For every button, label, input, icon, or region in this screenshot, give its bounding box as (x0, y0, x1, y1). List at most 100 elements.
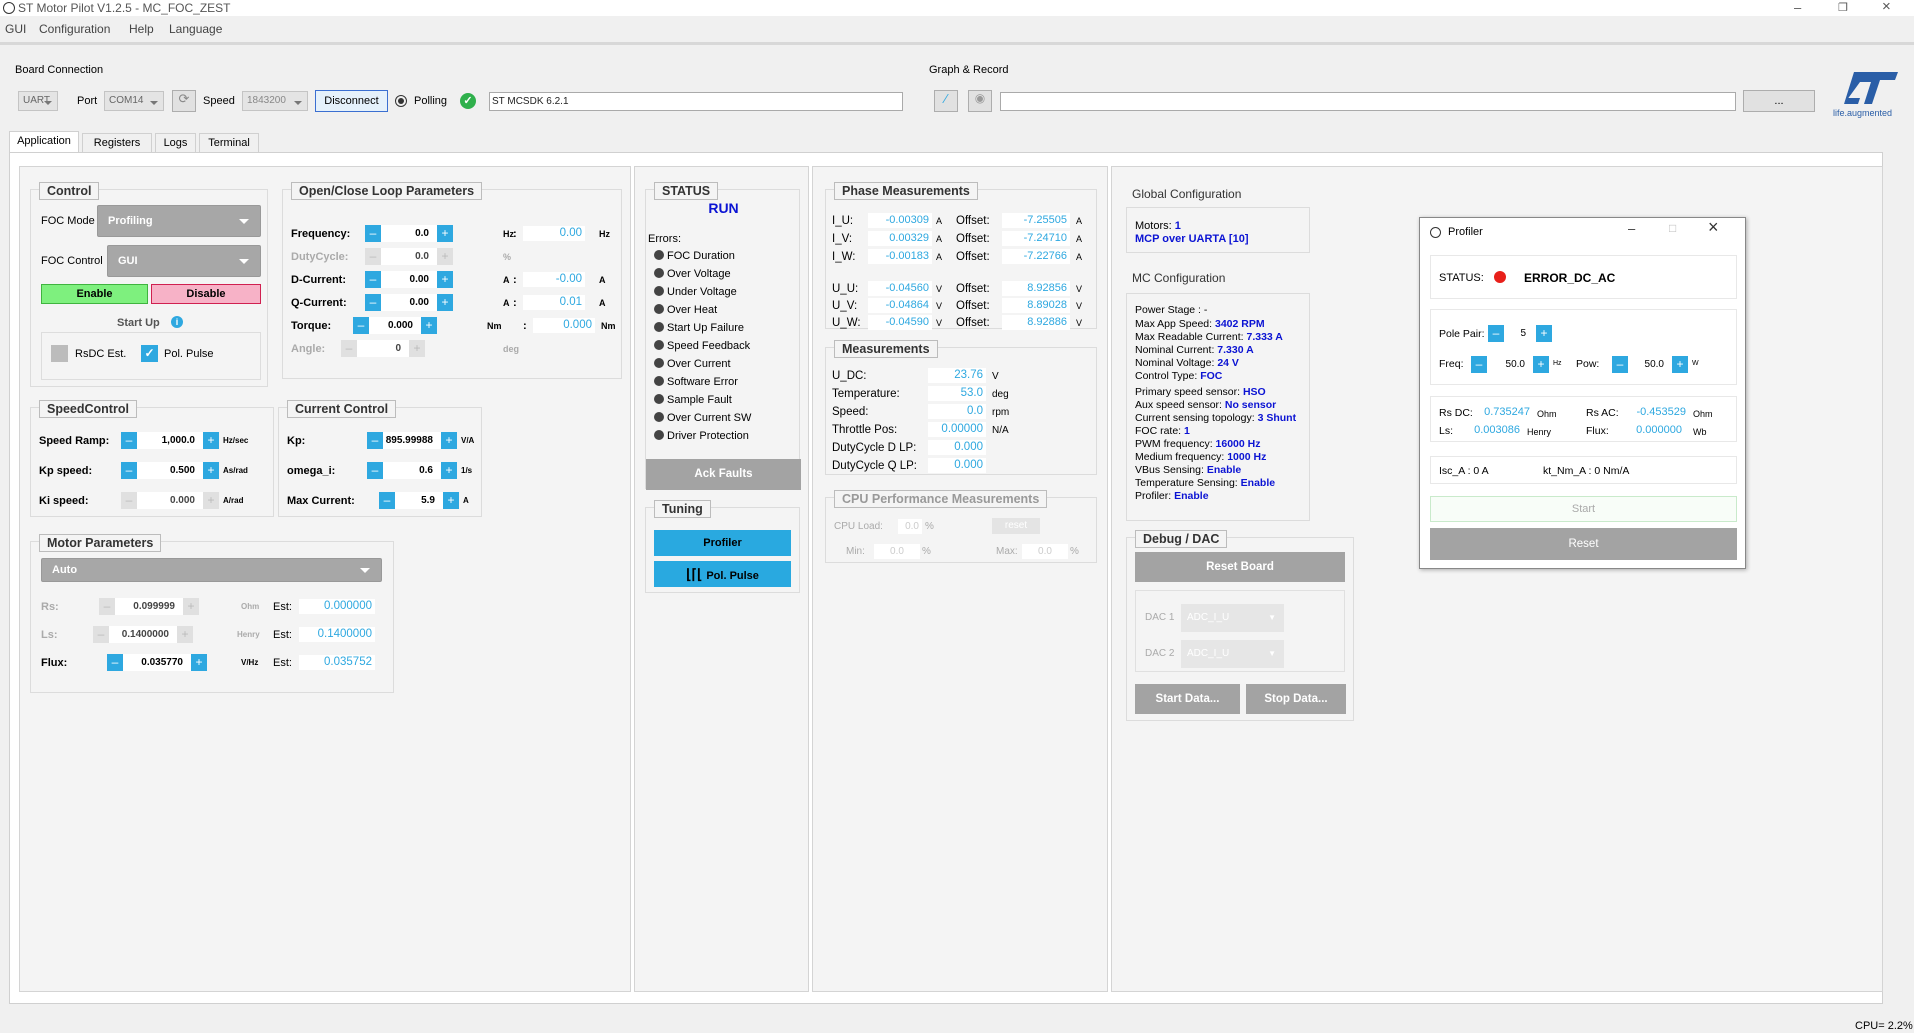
profiler-maximize-icon[interactable]: □ (1669, 221, 1676, 235)
motor-label: Flux: (41, 657, 68, 669)
tab-terminal[interactable]: Terminal (199, 133, 259, 152)
cpu-reset-button[interactable]: reset (992, 518, 1040, 534)
ack-faults-button[interactable]: Ack Faults (646, 459, 801, 490)
protocol-select[interactable]: UART (18, 91, 58, 111)
error-row: Start Up Failure (654, 322, 744, 334)
ocl-value-spin[interactable]: –0.00 + (365, 271, 453, 288)
freq-spin[interactable]: –50.0 + (1471, 356, 1549, 373)
baud-select[interactable]: 1843200 (242, 91, 308, 111)
menu-language[interactable]: Language (169, 22, 222, 36)
polling-radio[interactable] (395, 95, 407, 107)
phase-title: Phase Measurements (834, 182, 978, 200)
error-label: Start Up Failure (667, 322, 745, 334)
speed-label: Ki speed: (39, 495, 89, 507)
pow-spin[interactable]: –50.0 + (1612, 356, 1688, 373)
profiler-button[interactable]: Profiler (654, 530, 791, 556)
dac2-select[interactable]: ADC_I_U ▼ (1181, 640, 1284, 668)
mc-config-line: Temperature Sensing: Enable (1135, 477, 1276, 489)
ocl-label: Q-Current: (291, 297, 347, 309)
motor-unit: Ohm (241, 602, 260, 611)
cpu-load-value: 0.0 (898, 519, 922, 534)
disable-button[interactable]: Disable (151, 284, 261, 304)
pole-pair-spin[interactable]: –5 + (1488, 325, 1552, 342)
tab-registers[interactable]: Registers (82, 133, 152, 152)
cpu-usage-status: CPU= 2.2% (1855, 1020, 1913, 1032)
menu-help[interactable]: Help (129, 22, 154, 36)
motor-value-spin[interactable]: –0.035770 + (107, 654, 207, 671)
profiler-close-icon[interactable]: × (1708, 217, 1719, 238)
errors-label: Errors: (648, 233, 681, 245)
ocl-value-spin[interactable]: –0.00 + (365, 294, 453, 311)
measurement-value: 23.76 (928, 368, 986, 383)
measurement-value: 0.00000 (928, 422, 986, 437)
record-path-field[interactable] (1000, 92, 1736, 111)
error-led-icon (654, 412, 664, 422)
enable-button[interactable]: Enable (41, 284, 148, 304)
tab-application[interactable]: Application (9, 131, 79, 152)
minimize-icon[interactable]: – (1794, 0, 1801, 15)
freq-label: Freq: (1439, 358, 1464, 370)
dac1-select[interactable]: ADC_I_U ▼ (1181, 604, 1284, 632)
reset-board-button[interactable]: Reset Board (1135, 552, 1345, 582)
ocl-value-spin[interactable]: –0.000 + (353, 317, 437, 334)
error-label: Over Current (667, 358, 731, 370)
current-value-spin[interactable]: –0.6 + (367, 462, 457, 479)
startup-label: Start Up (117, 317, 160, 329)
polpulse-checkbox[interactable]: ✓ (141, 345, 158, 362)
profiler-window-icon (1430, 227, 1441, 238)
profiler-results-box: Rs DC: 0.735247 Ohm Rs AC: -0.453529 Ohm… (1430, 396, 1737, 442)
motor-label: Ls: (41, 629, 58, 641)
menu-configuration[interactable]: Configuration (39, 22, 110, 36)
disconnect-button[interactable]: Disconnect (315, 90, 388, 112)
motor-mode-select[interactable]: Auto (41, 558, 382, 582)
status-section: STATUS RUN Errors: FOC Duration Over Volt… (645, 182, 801, 490)
phase-value: -0.00309 (868, 213, 932, 228)
motor-parameters-section: Motor Parameters Auto Rs: –0.099999 + Ohm Es… (30, 534, 394, 693)
rsdc-checkbox[interactable] (51, 345, 68, 362)
phase-label: I_U: (832, 215, 854, 227)
app-icon (3, 2, 15, 14)
close-icon[interactable]: × (1882, 0, 1891, 15)
offset-value: -7.24710 (1002, 231, 1070, 246)
stop-data-button[interactable]: Stop Data... (1246, 684, 1346, 714)
ocl-readout-unit: Nm (601, 321, 616, 331)
info-icon[interactable]: i (171, 316, 183, 328)
ocl-value-spin: –0.0 + (365, 248, 453, 265)
cpu-max-unit: % (1070, 546, 1079, 557)
error-label: Sample Fault (667, 394, 732, 406)
profiler-start-button[interactable]: Start (1430, 496, 1737, 522)
ocl-value-spin[interactable]: –0.0 + (365, 225, 453, 242)
profiler-minimize-icon[interactable]: – (1628, 221, 1635, 236)
foc-control-select[interactable]: GUI (107, 245, 261, 277)
measurement-label: Speed: (832, 406, 869, 418)
refresh-icon[interactable]: ⟳ (172, 90, 196, 112)
offset-value: 8.92886 (1002, 315, 1070, 330)
foc-mode-select[interactable]: Profiling (97, 205, 261, 237)
current-value-spin[interactable]: –5.9 + (379, 492, 459, 509)
ocl-readout: 0.01 (523, 295, 585, 310)
graph-icon[interactable]: ∕ (934, 90, 958, 112)
port-select[interactable]: COM14 (104, 91, 164, 111)
speed-value-spin[interactable]: –0.500 + (121, 462, 219, 479)
rsdc-result-label: Rs DC: (1439, 407, 1473, 419)
error-label: Over Current SW (667, 412, 752, 424)
control-section: Control FOC Mode Profiling FOC Control G… (30, 182, 268, 387)
record-icon[interactable]: ◉ (968, 90, 992, 112)
tab-logs[interactable]: Logs (155, 133, 196, 152)
motor-parameters-title: Motor Parameters (39, 534, 162, 552)
browse-button[interactable]: ... (1743, 90, 1815, 112)
ocl-label: D-Current: (291, 274, 346, 286)
menu-gui[interactable]: GUI (5, 22, 26, 36)
profiler-reset-button[interactable]: Reset (1430, 528, 1737, 560)
polpulse-button[interactable]: ⌊⌈⌊ Pol. Pulse (654, 561, 791, 587)
current-value-spin[interactable]: –895.99988 + (367, 432, 457, 449)
restore-icon[interactable]: ❐ (1838, 1, 1848, 14)
phase-label: I_W: (832, 251, 856, 263)
start-data-button[interactable]: Start Data... (1135, 684, 1240, 714)
title-bar: ST Motor Pilot V1.2.5 - MC_FOC_ZEST – ❐ … (0, 0, 1914, 16)
cpu-max-label: Max: (996, 546, 1018, 557)
menu-separator (0, 42, 1914, 45)
error-row: Driver Protection (654, 430, 749, 442)
speed-value-spin[interactable]: –1,000.0 + (121, 432, 219, 449)
mc-config-line: Nominal Voltage: 24 V (1135, 357, 1239, 369)
